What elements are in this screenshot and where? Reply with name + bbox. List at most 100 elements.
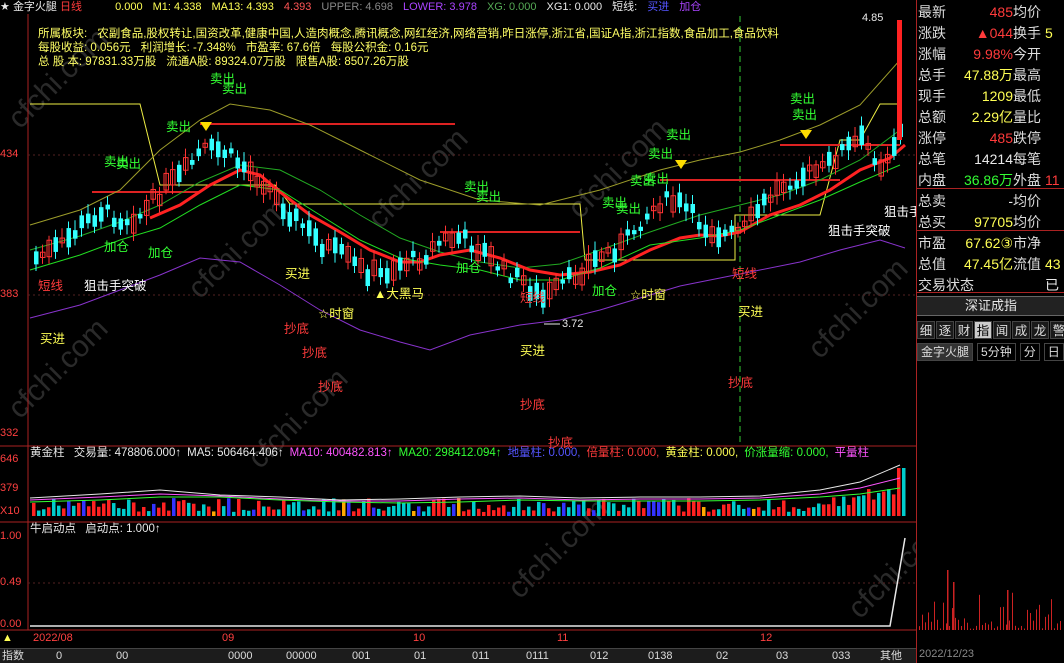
scroll-left-icon[interactable]: ▲ [2,632,13,644]
category-tab[interactable]: 0111 [526,649,549,663]
category-tab[interactable]: 033 [832,649,850,663]
signal-label: 狙击手突破 [84,279,147,293]
info-sector-row: 所属板块: 农副食品,股权转让,国资改革,健康中国,人造肉概念,腾讯概念,网红经济… [38,28,779,40]
info-finance-row: 每股收益: 0.056元 利润增长: -7.348% 市盈率: 67.6倍 每股公积金… [38,42,429,54]
quote-label: 流值 [1013,256,1041,272]
volume-indicator: 地量柱: 0.000, [507,447,581,459]
signal-label: 抄底 [728,376,754,390]
quote-label: 换手 [1013,25,1041,41]
watermark-text: cfchi.com [182,192,295,305]
signal-label: 短线 [732,267,758,281]
signal-label: 加仓 [148,246,174,260]
signal-label: 卖出 [616,202,642,216]
high-price-label: 4.85 [862,12,883,24]
category-tab[interactable]: 01 [414,649,426,663]
category-tab[interactable]: 00 [116,649,128,663]
quote-label: 总额 [918,109,946,125]
category-tab[interactable]: 其他 [880,649,902,663]
category-tab[interactable]: 00000 [286,649,317,663]
signal-label: 卖出 [666,128,692,142]
detail-tab[interactable]: 成 [1012,321,1030,339]
quote-row: 最新 485 均价 [917,2,1064,23]
indicator-value: 加仓 [679,1,702,13]
period-tab[interactable]: 日 [1043,343,1064,361]
price-tick: 332 [0,427,19,439]
category-tab[interactable]: 011 [472,649,490,663]
indicator-values: 0.000 M1: 4.338 MA13: 4.393 4.393 UPPER: 4.6… [115,1,711,13]
category-tab[interactable]: 001 [352,649,370,663]
signal-label: ▲大黑马 [374,287,424,301]
quote-label: 涨跌 [918,25,946,41]
category-tab[interactable]: 0 [56,649,62,663]
quote-label: 量比 [1013,109,1041,125]
quote-row: 总卖 - 均价 [917,191,1064,212]
quote-label: 总值 [918,256,946,272]
period-tab[interactable]: 5分钟 [977,343,1016,361]
signal-label: ☆时窗 [630,288,667,302]
detail-tab[interactable]: 逐 [936,321,954,339]
period-label[interactable]: 日线 [60,1,82,13]
quote-divider [917,188,1064,189]
volume-tick: 379 [0,482,19,494]
indicator-value: 0.000 [115,1,143,13]
detail-tab[interactable]: 闻 [993,321,1011,339]
quote-label: 市盈 [918,235,946,251]
detail-tab[interactable]: 警 [1050,321,1064,339]
detail-tab[interactable]: 细 [917,321,935,339]
time-axis: ▲ 2022/08 09 10 11 12 [0,632,916,646]
watermark-text: cfchi.com [802,252,915,365]
quote-value: 5 [1045,25,1053,41]
low-price-label: 3.72 [562,318,583,330]
category-tab[interactable]: 03 [776,649,788,663]
category-tab[interactable]: 指数 [2,649,24,663]
signal-label: 抄底 [520,398,546,412]
quote-value: 1209 [981,88,1013,104]
detail-tab[interactable]: 龙 [1031,321,1049,339]
indicator-value: XG: 0.000 [486,1,537,13]
mini-date-label: 2022/12/23 [919,648,975,660]
indicator-value: UPPER: 4.698 [321,1,393,13]
start-tick: 0.00 [0,618,22,630]
signal-label: 卖出 [648,147,674,161]
price-tick: 383 [0,288,19,300]
quote-row: 总额 2.29亿 量比 [917,107,1064,128]
quote-label: 现手 [918,88,946,104]
signal-label: 卖出 [644,172,670,186]
quote-row: 总笔 14214 每笔 [917,149,1064,170]
quote-label: 市净 [1013,235,1041,251]
volume-indicator: 平量柱 [834,447,870,459]
quote-label: 今开 [1013,46,1041,62]
index-button[interactable]: 深证成指 [917,296,1064,316]
quote-row: 涨停 485 跌停 [917,128,1064,149]
signal-label: 短线 [520,291,546,305]
mini-volume-chart [919,570,1061,630]
sell-triangles [200,122,812,169]
detail-tab[interactable]: 财 [955,321,973,339]
category-tab[interactable]: 012 [590,649,608,663]
period-tab[interactable]: 分 [1019,343,1040,361]
stock-info-block: 所属板块: 农副食品,股权转让,国资改革,健康中国,人造肉概念,腾讯概念,网红经济… [38,27,779,69]
quote-divider [917,230,1064,231]
category-tab[interactable]: 0000 [228,649,252,663]
quote-label: 均价 [1013,4,1041,20]
volume-panel-title[interactable]: 黄金柱 [30,447,65,459]
detail-tab[interactable]: 指 [974,321,992,339]
quote-row: 市盈 67.62③ 市净 [917,233,1064,254]
start-panel-title[interactable]: 牛启动点 [30,523,76,535]
signal-label: 买进 [40,332,66,346]
chart-canvas[interactable]: cfchi.comcfchi.comcfchi.com cfchi.comcfch… [0,0,916,663]
quote-value: 14214 [974,151,1013,167]
category-tab[interactable]: 0138 [648,649,672,663]
quote-row: 现手 1209 最低 [917,86,1064,107]
time-tick: 2022/08 [33,632,73,644]
category-tab[interactable]: 02 [716,649,728,663]
signal-label: ☆时窗 [318,307,355,321]
quote-value: 485 [989,4,1013,20]
period-tab[interactable]: 金字火腿 [917,343,974,361]
quote-label: 涨停 [918,130,946,146]
time-tick: 11 [557,632,569,644]
price-tick: 434 [0,148,19,160]
signal-label: 买进 [285,267,311,281]
quote-panel: 最新 485 均价 涨跌 ▲044 换手 5 涨幅 9.98% 今开 总手 47.88万 最高 现手 120… [916,0,1064,663]
volume-indicator: 交易量: 478806.000↑ [73,447,182,459]
